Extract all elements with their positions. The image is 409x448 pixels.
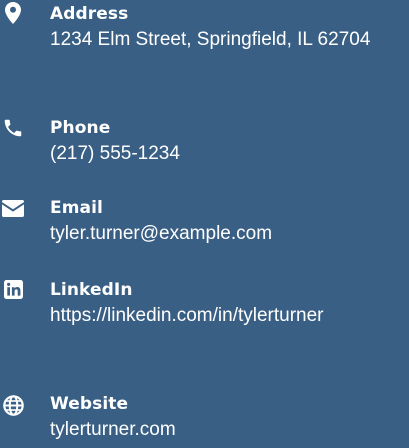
phone-link[interactable]: (217) 555-1234 [50, 140, 386, 168]
contact-value-address: 1234 Elm Street, Springfield, IL 62704 [50, 29, 371, 50]
linkedin-link[interactable]: https://linkedin.com/in/tylerturner [50, 302, 386, 330]
contact-text: Website tylerturner.com [50, 392, 386, 444]
contact-text: LinkedIn https://linkedin.com/in/tylertu… [50, 278, 386, 330]
contact-label-phone: Phone [50, 118, 111, 138]
contact-list: Address 1234 Elm Street, Springfield, IL… [0, 0, 409, 448]
contact-label-email: Email [50, 198, 103, 218]
linkedin-icon [0, 280, 26, 306]
contact-label-website: Website [50, 394, 129, 414]
globe-icon [0, 395, 26, 421]
map-marker-icon [0, 2, 26, 28]
contact-text: Phone (217) 555-1234 [50, 116, 386, 168]
contact-text: Address 1234 Elm Street, Springfield, IL… [50, 2, 386, 54]
email-link[interactable]: tyler.turner@example.com [50, 220, 386, 248]
phone-icon [0, 117, 26, 143]
website-link[interactable]: tylerturner.com [50, 416, 386, 444]
envelope-icon [0, 200, 26, 226]
contact-label-address: Address [50, 4, 129, 24]
contact-text: Email tyler.turner@example.com [50, 196, 386, 248]
contact-label-linkedin: LinkedIn [50, 280, 133, 300]
